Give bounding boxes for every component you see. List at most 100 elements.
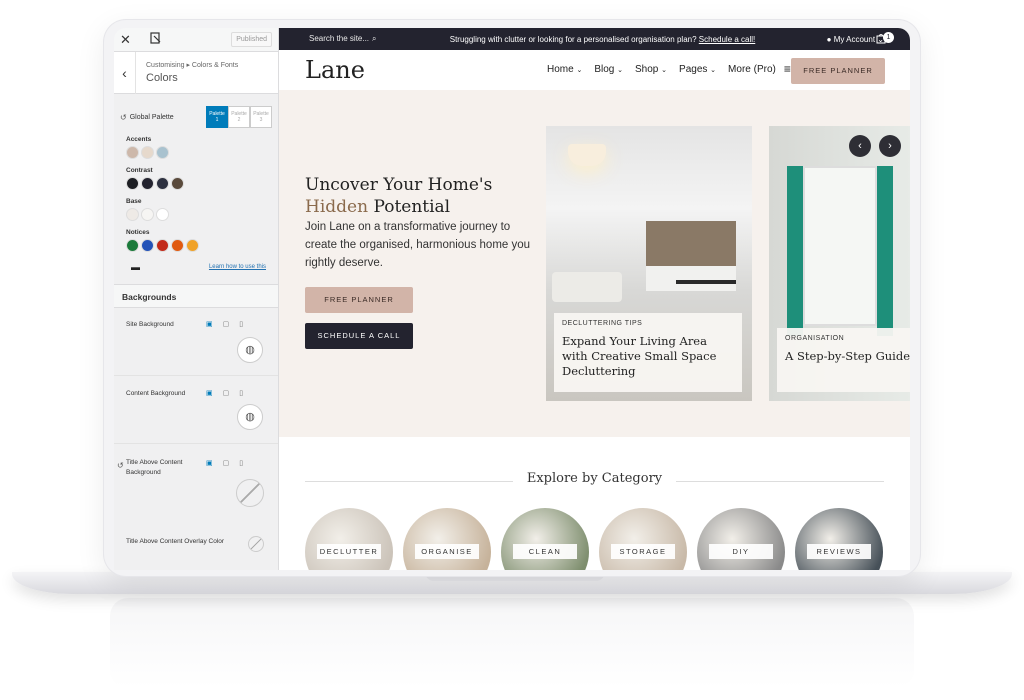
device-switcher: ▣ ▢ ▯ [206, 389, 243, 397]
globe-icon[interactable]: ◍ [237, 337, 263, 363]
curtain-image [877, 166, 893, 336]
cart-icon[interactable]: 1 [876, 32, 894, 45]
tablet-icon[interactable]: ▢ [223, 320, 230, 328]
device-reflection [110, 598, 914, 688]
overlay-color-swatch[interactable] [248, 536, 264, 552]
main-nav: Home ⌄ Blog ⌄ Shop ⌄ Pages ⌄ More (Pro) … [547, 63, 791, 75]
learn-link[interactable]: Learn how to use this [209, 264, 266, 270]
color-swatch[interactable] [141, 239, 154, 252]
hero-schedule-call-button[interactable]: SCHEDULE A CALL [305, 323, 413, 349]
schedule-call-link[interactable]: Schedule a call! [699, 35, 755, 44]
hero-free-planner-button[interactable]: FREE PLANNER [305, 287, 413, 313]
color-swatch[interactable] [156, 146, 169, 159]
announcement: Struggling with clutter or looking for a… [385, 35, 820, 44]
palette-groups: Accents Contrast Base Notices [114, 136, 278, 252]
customizer-toolbar: ✕ Published [114, 28, 278, 52]
carousel-next-icon[interactable]: › [879, 135, 901, 157]
search-input[interactable]: Search the site... ⌕ [279, 34, 385, 44]
chevron-down-icon: ⌄ [576, 67, 583, 74]
palette-tab-1[interactable]: Palette 1 [206, 106, 228, 128]
color-swatch[interactable] [141, 146, 154, 159]
nav-item-blog[interactable]: Blog ⌄ [594, 64, 623, 75]
card-tag[interactable]: ORGANISATION [785, 335, 909, 342]
palette-group-title: Notices [126, 229, 150, 236]
tablet-icon[interactable]: ▢ [223, 389, 230, 397]
color-swatch[interactable] [126, 239, 139, 252]
color-swatch[interactable] [171, 239, 184, 252]
card-caption: DECLUTTERING TIPS Expand Your Living Are… [554, 313, 742, 392]
mobile-icon[interactable]: ▯ [239, 320, 243, 328]
color-swatch[interactable] [141, 208, 154, 221]
carousel-prev-icon[interactable]: ‹ [849, 135, 871, 157]
site-background-label: Site Background [126, 321, 174, 328]
nav-label: Home [547, 64, 574, 75]
title-above-background-label: Title Above Content Background [126, 459, 183, 476]
palette-folder-icon[interactable]: ▬ [131, 262, 140, 272]
account-link[interactable]: ● My Account ⌄ [820, 35, 910, 44]
site-logo[interactable]: Lane [305, 56, 365, 84]
mobile-icon[interactable]: ▯ [239, 459, 243, 467]
close-icon[interactable]: ✕ [120, 32, 138, 48]
reset-icon[interactable]: ↺ [117, 461, 124, 470]
globe-icon[interactable]: ◍ [237, 404, 263, 430]
hamburger-menu-icon[interactable]: ≡ [784, 63, 791, 75]
hero-section: Uncover Your Home's Hidden Potential Joi… [279, 90, 910, 437]
color-swatch[interactable] [156, 177, 169, 190]
learn-row: ▬ Learn how to use this [114, 260, 278, 274]
color-swatch[interactable] [156, 208, 169, 221]
mobile-icon[interactable]: ▯ [239, 389, 243, 397]
site-preview: Search the site... ⌕ Struggling with clut… [279, 28, 910, 570]
card-title[interactable]: A Step-by-Step Guide Perfect Wardrobe Re… [785, 349, 910, 364]
desktop-icon[interactable]: ▣ [206, 459, 213, 467]
nav-item-pages[interactable]: Pages ⌄ [679, 64, 716, 75]
device-switcher: ▣ ▢ ▯ [206, 459, 243, 467]
global-palette-row: ↺ Global Palette Palette 1 Palette 2 Pal… [114, 106, 278, 128]
search-icon[interactable]: ⌕ [372, 34, 376, 43]
color-swatch[interactable] [126, 208, 139, 221]
free-planner-button[interactable]: FREE PLANNER [791, 58, 885, 84]
color-swatch[interactable] [186, 239, 199, 252]
palette-group-title: Contrast [126, 167, 153, 174]
post-card-decluttering[interactable]: DECLUTTERING TIPS Expand Your Living Are… [546, 126, 752, 401]
hero-title-highlight: Hidden [305, 197, 369, 217]
post-card-organisation[interactable]: ORGANISATION A Step-by-Step Guide Perfec… [769, 126, 910, 401]
hero-title: Uncover Your Home's Hidden Potential [305, 174, 492, 218]
palette-tab-2[interactable]: Palette 2 [228, 106, 250, 128]
reset-icon[interactable]: ↺ [120, 113, 127, 122]
color-swatch[interactable] [126, 146, 139, 159]
palette-group: Base [114, 198, 278, 221]
swatch-list [126, 208, 278, 221]
card-title[interactable]: Expand Your Living Area with Creative Sm… [562, 334, 734, 379]
tablet-icon[interactable]: ▢ [223, 459, 230, 467]
nav-item-more[interactable]: More (Pro) [728, 64, 776, 75]
desktop-icon[interactable]: ▣ [206, 320, 213, 328]
empty-color-swatch[interactable] [236, 479, 264, 507]
nav-label: Blog [594, 64, 615, 75]
content-background-label: Content Background [126, 390, 186, 397]
nav-item-shop[interactable]: Shop ⌄ [635, 64, 667, 75]
palette-group: Notices [114, 229, 278, 252]
laptop-screen: ✕ Published ‹ Customising ▸ Colors & Fon… [104, 20, 920, 576]
customizer-sidebar: ✕ Published ‹ Customising ▸ Colors & Fon… [114, 28, 279, 570]
announcement-text: Struggling with clutter or looking for a… [449, 34, 697, 44]
sofa-image [552, 272, 622, 302]
desktop-icon[interactable]: ▣ [206, 389, 213, 397]
nav-item-home[interactable]: Home ⌄ [547, 64, 582, 75]
dining-table-image [676, 280, 736, 284]
hero-title-line1: Uncover Your Home's [305, 175, 493, 195]
device-preview-icon[interactable] [150, 32, 162, 47]
color-swatch[interactable] [171, 177, 184, 190]
back-arrow-icon[interactable]: ‹ [114, 51, 136, 94]
color-swatch[interactable] [141, 177, 154, 190]
palette-group: Contrast [114, 167, 278, 190]
palette-tab-3[interactable]: Palette 3 [250, 106, 272, 128]
swatch-list [126, 146, 278, 159]
content-background-row: Content Background ▣ ▢ ▯ ◍ [114, 376, 278, 444]
palette-group-title: Base [126, 198, 142, 205]
window-image [803, 166, 877, 326]
color-swatch[interactable] [156, 239, 169, 252]
color-swatch[interactable] [126, 177, 139, 190]
card-tag[interactable]: DECLUTTERING TIPS [562, 320, 734, 327]
hero-title-rest: Potential [373, 197, 451, 217]
publish-button[interactable]: Published [231, 32, 272, 47]
